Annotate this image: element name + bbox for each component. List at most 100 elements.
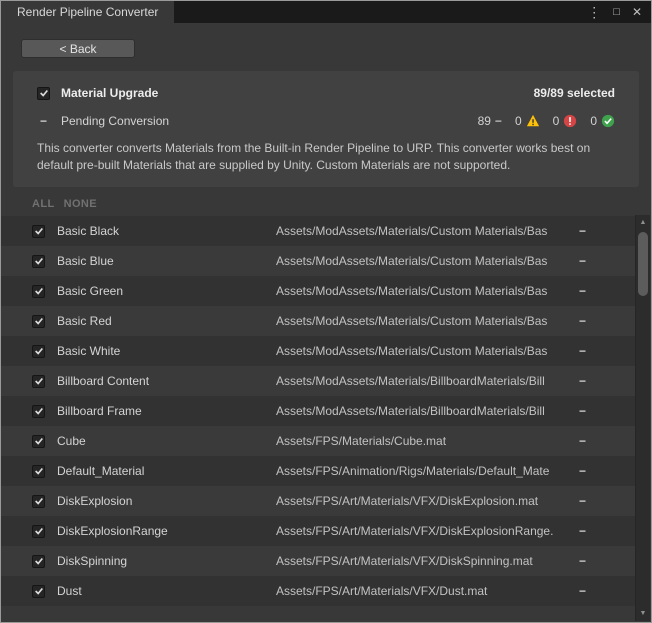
material-name: Basic Black: [57, 224, 276, 238]
material-path: Assets/ModAssets/Materials/BillboardMate…: [276, 404, 579, 418]
material-path: Assets/ModAssets/Materials/Custom Materi…: [276, 224, 579, 238]
list-item[interactable]: Basic Green Assets/ModAssets/Materials/C…: [1, 276, 635, 306]
list-item[interactable]: DiskSpinning Assets/FPS/Art/Materials/VF…: [1, 546, 635, 576]
list-item[interactable]: Basic White Assets/ModAssets/Materials/C…: [1, 336, 635, 366]
material-name: Billboard Frame: [57, 404, 276, 418]
row-checkbox[interactable]: [32, 465, 45, 478]
material-name: DiskExplosionRange: [57, 524, 276, 538]
mixed-checkbox-icon[interactable]: −: [37, 114, 50, 128]
row-status-dash: −: [579, 254, 635, 268]
list-item[interactable]: Basic Black Assets/ModAssets/Materials/C…: [1, 216, 635, 246]
material-name: Basic Green: [57, 284, 276, 298]
row-status-dash: −: [579, 494, 635, 508]
material-path: Assets/ModAssets/Materials/Custom Materi…: [276, 314, 579, 328]
error-count: 0: [553, 114, 560, 128]
list-item[interactable]: Billboard Content Assets/ModAssets/Mater…: [1, 366, 635, 396]
list-item[interactable]: DiskExplosionRange Assets/FPS/Art/Materi…: [1, 516, 635, 546]
select-none-button[interactable]: NONE: [64, 198, 97, 210]
row-checkbox[interactable]: [32, 585, 45, 598]
material-name: Dust: [57, 584, 276, 598]
material-path: Assets/ModAssets/Materials/Custom Materi…: [276, 344, 579, 358]
warning-count-group: 0: [515, 114, 540, 128]
check-icon: [34, 286, 44, 296]
vertical-scrollbar[interactable]: ▲ ▼: [635, 215, 650, 621]
list-select-controls: ALL NONE: [32, 198, 651, 210]
row-checkbox[interactable]: [32, 315, 45, 328]
converter-checkbox[interactable]: [37, 87, 50, 100]
row-status-dash: −: [579, 284, 635, 298]
list-item[interactable]: Billboard Frame Assets/ModAssets/Materia…: [1, 396, 635, 426]
row-status-dash: −: [579, 344, 635, 358]
row-checkbox[interactable]: [32, 285, 45, 298]
list-item[interactable]: Dust Assets/FPS/Art/Materials/VFX/Dust.m…: [1, 576, 635, 606]
title-bar: Render Pipeline Converter ⋮ □ ✕: [1, 1, 651, 23]
error-count-group: 0: [553, 114, 578, 128]
row-checkbox[interactable]: [32, 345, 45, 358]
back-button[interactable]: < Back: [21, 39, 135, 58]
row-checkbox[interactable]: [32, 225, 45, 238]
check-icon: [34, 346, 44, 356]
check-icon: [34, 556, 44, 566]
success-icon: [601, 114, 615, 128]
scroll-up-icon[interactable]: ▲: [636, 215, 650, 230]
row-checkbox[interactable]: [32, 405, 45, 418]
row-status-dash: −: [579, 434, 635, 448]
material-path: Assets/FPS/Art/Materials/VFX/DiskSpinnin…: [276, 554, 579, 568]
list-item[interactable]: DiskExplosion Assets/FPS/Art/Materials/V…: [1, 486, 635, 516]
material-path: Assets/FPS/Art/Materials/VFX/Dust.mat: [276, 584, 579, 598]
close-icon[interactable]: ✕: [632, 6, 642, 18]
row-status-dash: −: [579, 374, 635, 388]
check-icon: [34, 496, 44, 506]
success-count-group: 0: [590, 114, 615, 128]
material-path: Assets/ModAssets/Materials/Custom Materi…: [276, 284, 579, 298]
material-path: Assets/FPS/Art/Materials/VFX/DiskExplosi…: [276, 494, 579, 508]
check-icon: [34, 586, 44, 596]
row-checkbox[interactable]: [32, 435, 45, 448]
row-status-dash: −: [579, 404, 635, 418]
check-icon: [34, 466, 44, 476]
material-path: Assets/ModAssets/Materials/Custom Materi…: [276, 254, 579, 268]
row-checkbox[interactable]: [32, 495, 45, 508]
row-checkbox[interactable]: [32, 255, 45, 268]
row-status-dash: −: [579, 224, 635, 238]
check-icon: [34, 226, 44, 236]
row-status-dash: −: [579, 314, 635, 328]
list-item[interactable]: Cube Assets/FPS/Materials/Cube.mat −: [1, 426, 635, 456]
check-icon: [39, 88, 49, 98]
material-name: Basic White: [57, 344, 276, 358]
list-item[interactable]: Basic Blue Assets/ModAssets/Materials/Cu…: [1, 246, 635, 276]
menu-icon[interactable]: ⋮: [587, 5, 601, 19]
scrollbar-thumb[interactable]: [638, 232, 648, 296]
material-name: Basic Blue: [57, 254, 276, 268]
row-status-dash: −: [579, 554, 635, 568]
converter-description: This converter converts Materials from t…: [37, 140, 615, 174]
window-tab[interactable]: Render Pipeline Converter: [1, 1, 174, 23]
pending-conversion-row: − Pending Conversion 89 − 0 0: [37, 114, 615, 128]
warning-icon: [526, 114, 540, 128]
row-checkbox[interactable]: [32, 375, 45, 388]
check-icon: [34, 436, 44, 446]
warning-count: 0: [515, 114, 522, 128]
row-checkbox[interactable]: [32, 555, 45, 568]
material-path: Assets/FPS/Animation/Rigs/Materials/Defa…: [276, 464, 579, 478]
pending-count: 89: [478, 114, 491, 128]
list-item[interactable]: Default_Material Assets/FPS/Animation/Ri…: [1, 456, 635, 486]
maximize-icon[interactable]: □: [613, 7, 620, 18]
material-list: Basic Black Assets/ModAssets/Materials/C…: [1, 216, 635, 606]
check-icon: [34, 316, 44, 326]
scroll-down-icon[interactable]: ▼: [636, 606, 650, 621]
error-icon: [563, 114, 577, 128]
pending-dash-icon: −: [495, 114, 502, 128]
window-controls: ⋮ □ ✕: [587, 1, 651, 23]
material-name: Cube: [57, 434, 276, 448]
row-checkbox[interactable]: [32, 525, 45, 538]
select-all-button[interactable]: ALL: [32, 198, 55, 210]
row-status-dash: −: [579, 584, 635, 598]
list-item[interactable]: Basic Red Assets/ModAssets/Materials/Cus…: [1, 306, 635, 336]
success-count: 0: [590, 114, 597, 128]
material-name: Basic Red: [57, 314, 276, 328]
window-title: Render Pipeline Converter: [17, 5, 158, 19]
converter-header-row: Material Upgrade 89/89 selected: [37, 86, 615, 100]
converter-title: Material Upgrade: [61, 86, 158, 100]
check-icon: [34, 526, 44, 536]
